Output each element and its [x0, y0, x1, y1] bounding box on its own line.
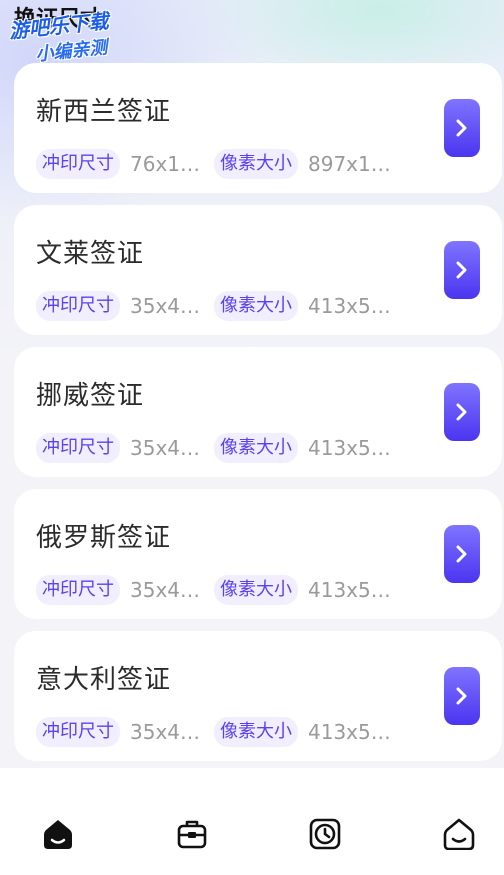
visa-card[interactable]: 新西兰签证 冲印尺寸 76x102... 像素大小 897x12... — [14, 63, 502, 193]
home-icon — [44, 820, 72, 849]
open-card-button[interactable] — [444, 99, 480, 157]
print-size-value: 76x102... — [130, 152, 210, 176]
chevron-right-icon — [456, 119, 467, 137]
visa-card-title: 挪威签证 — [36, 381, 145, 411]
print-size-tag: 冲印尺寸 — [36, 433, 120, 463]
open-card-button[interactable] — [444, 525, 480, 583]
print-size-tag: 冲印尺寸 — [36, 149, 120, 179]
visa-card-title: 文莱签证 — [36, 239, 145, 269]
open-card-button[interactable] — [444, 667, 480, 725]
visa-card-title: 意大利签证 — [36, 665, 172, 695]
visa-card-title: 新西兰签证 — [36, 97, 172, 127]
nav-toolbox[interactable] — [174, 816, 210, 852]
visa-card-meta: 冲印尺寸 35x45... 像素大小 413x53... — [36, 717, 404, 747]
visa-card-meta: 冲印尺寸 35x45... 像素大小 413x53... — [36, 575, 404, 605]
visa-card-meta: 冲印尺寸 35x45... 像素大小 413x53... — [36, 291, 404, 321]
pixel-size-tag: 像素大小 — [214, 717, 298, 747]
print-size-tag: 冲印尺寸 — [36, 291, 120, 321]
visa-card[interactable]: 俄罗斯签证 冲印尺寸 35x45... 像素大小 413x53... — [14, 489, 502, 619]
nav-home[interactable] — [40, 816, 76, 852]
open-card-button[interactable] — [444, 241, 480, 299]
print-size-tag: 冲印尺寸 — [36, 575, 120, 605]
print-size-value: 35x45... — [130, 578, 210, 602]
visa-card-meta: 冲印尺寸 76x102... 像素大小 897x12... — [36, 149, 404, 179]
pixel-size-tag: 像素大小 — [214, 433, 298, 463]
chevron-right-icon — [456, 261, 467, 279]
print-size-value: 35x45... — [130, 720, 210, 744]
pixel-size-value: 413x53... — [308, 720, 400, 744]
chevron-right-icon — [456, 403, 467, 421]
nav-history[interactable] — [307, 816, 343, 852]
visa-card[interactable]: 意大利签证 冲印尺寸 35x45... 像素大小 413x53... — [14, 631, 502, 761]
pixel-size-tag: 像素大小 — [214, 149, 298, 179]
chevron-right-icon — [456, 545, 467, 563]
visa-card[interactable]: 挪威签证 冲印尺寸 35x45... 像素大小 413x53... — [14, 347, 502, 477]
pixel-size-tag: 像素大小 — [214, 291, 298, 321]
print-size-value: 35x45... — [130, 436, 210, 460]
visa-card-title: 俄罗斯签证 — [36, 523, 172, 553]
open-card-button[interactable] — [444, 383, 480, 441]
pixel-size-value: 413x53... — [308, 294, 400, 318]
pixel-size-value: 413x53... — [308, 578, 400, 602]
visa-card[interactable]: 文莱签证 冲印尺寸 35x45... 像素大小 413x53... — [14, 205, 502, 335]
print-size-value: 35x45... — [130, 294, 210, 318]
profile-icon — [443, 818, 475, 850]
chevron-right-icon — [456, 687, 467, 705]
history-icon — [309, 818, 341, 850]
pixel-size-value: 413x53... — [308, 436, 400, 460]
toolbox-icon — [177, 820, 207, 849]
pixel-size-tag: 像素大小 — [214, 575, 298, 605]
print-size-tag: 冲印尺寸 — [36, 717, 120, 747]
bottom-nav — [0, 768, 504, 875]
visa-card-meta: 冲印尺寸 35x45... 像素大小 413x53... — [36, 433, 404, 463]
nav-profile[interactable] — [441, 816, 477, 852]
visa-list: 新西兰签证 冲印尺寸 76x102... 像素大小 897x12... 文莱签证… — [14, 63, 502, 773]
pixel-size-value: 897x12... — [308, 152, 400, 176]
